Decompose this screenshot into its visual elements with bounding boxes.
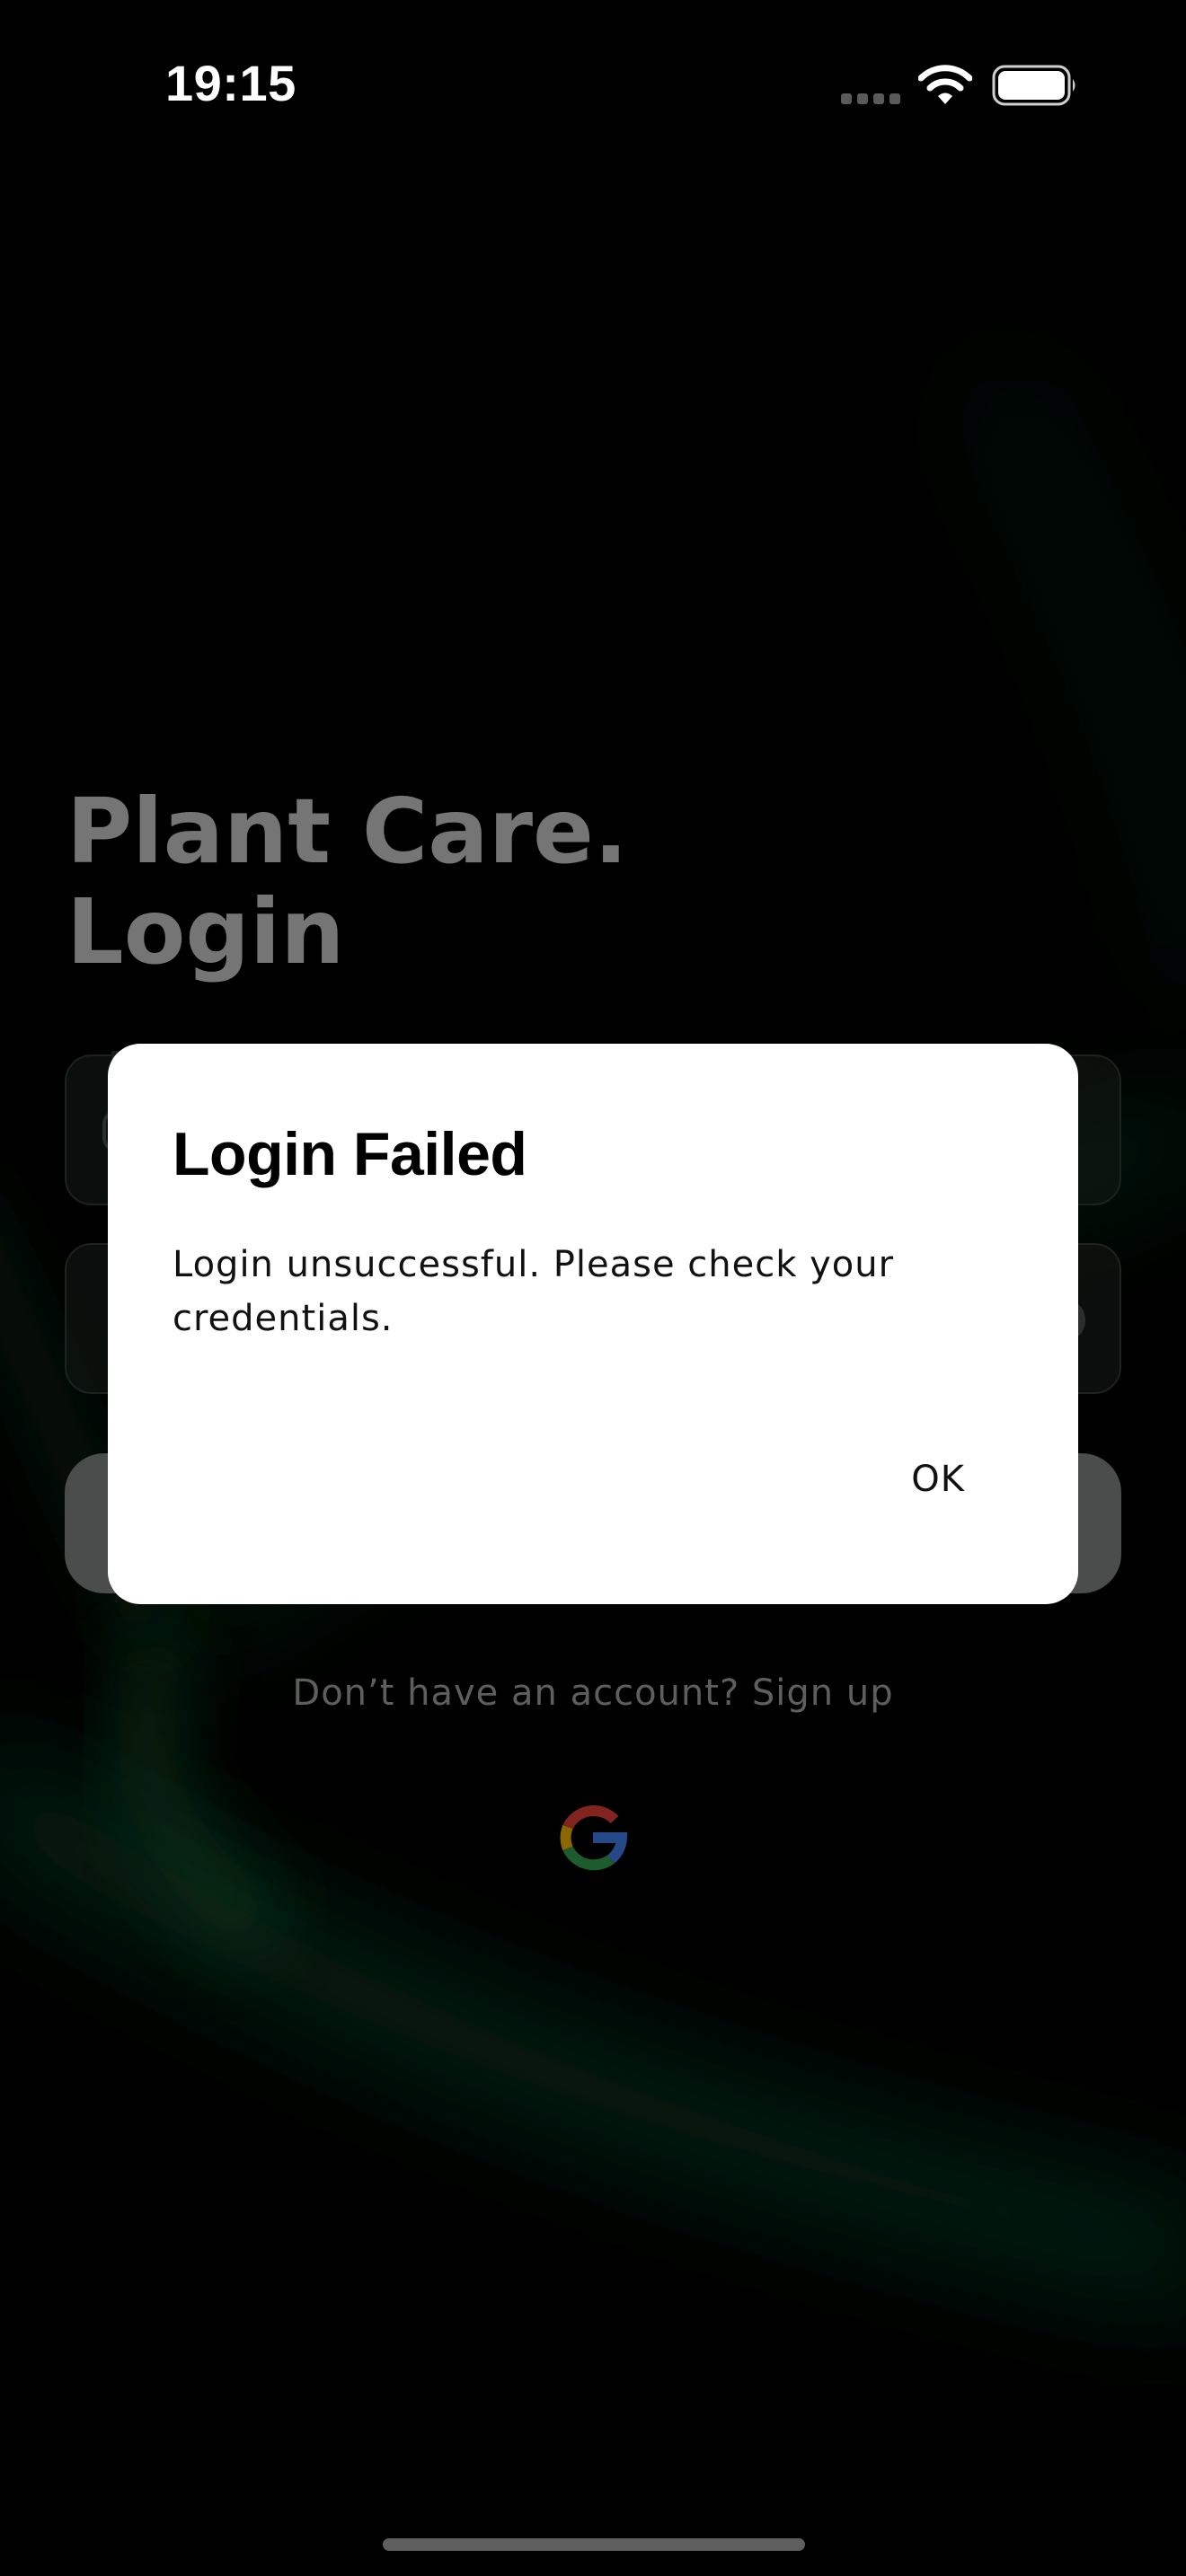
login-failed-dialog: Login Failed Login unsuccessful. Please … — [108, 1044, 1078, 1604]
home-indicator[interactable] — [383, 2538, 805, 2551]
status-bar: 19:15 — [0, 0, 1186, 171]
wifi-icon — [918, 65, 972, 104]
status-time: 19:15 — [165, 55, 296, 111]
google-logo-icon[interactable] — [555, 1800, 631, 1875]
title-line-2: Login — [66, 879, 345, 984]
ok-button[interactable]: OK — [897, 1448, 979, 1511]
page-title: Plant Care. Login — [66, 781, 628, 983]
signup-link[interactable]: Don’t have an account? Sign up — [0, 1672, 1186, 1714]
cellular-signal-icon — [841, 90, 900, 104]
dialog-message: Login unsuccessful. Please check your cr… — [173, 1244, 895, 1339]
battery-icon — [992, 65, 1075, 106]
title-line-1: Plant Care. — [66, 779, 628, 884]
login-screen: 19:15 Plant Care. Login Don’t have an ac… — [0, 0, 1186, 2576]
dialog-title: Login Failed — [173, 1120, 527, 1188]
